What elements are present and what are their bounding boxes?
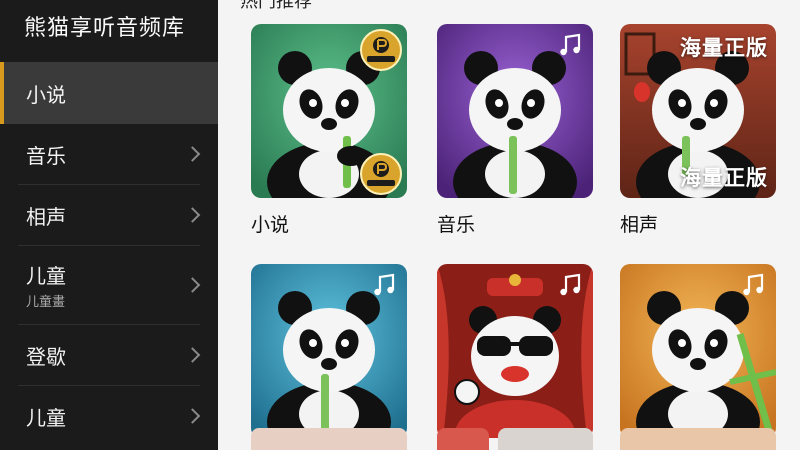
chevron-right-icon	[184, 146, 201, 162]
category-tile-7[interactable]	[251, 428, 407, 450]
category-tile-5[interactable]	[437, 264, 593, 438]
section-title: 热门推荐	[240, 0, 312, 12]
license-badge: 海量正版	[680, 166, 768, 190]
sidebar-item-label: 儿童	[26, 405, 66, 430]
sidebar-item-music[interactable]: 音乐	[0, 124, 218, 184]
sidebar-item-children[interactable]: 儿童 儿童畫	[0, 246, 218, 324]
category-tile-4[interactable]	[251, 264, 407, 438]
music-note-icon	[743, 273, 764, 296]
music-note-icon	[560, 33, 581, 56]
sidebar-item-novel[interactable]: 小说	[0, 62, 218, 124]
sidebar-item-label: 音乐	[26, 143, 66, 168]
category-tile-6[interactable]	[620, 264, 776, 438]
category-grid: 热门推荐 小说 音乐 海量正版 海量正版 相声	[218, 0, 800, 450]
category-tile-crosstalk[interactable]: 海量正版 海量正版	[620, 24, 776, 198]
chevron-right-icon	[184, 277, 201, 293]
gold-p-badge-icon	[360, 29, 402, 71]
sidebar: 熊猫享听音频库 小说 音乐 相声 儿童 儿童畫 登歇 儿童	[0, 0, 218, 450]
tile-caption: 音乐	[437, 214, 476, 236]
gold-p-badge-icon	[360, 153, 402, 195]
music-note-icon	[560, 273, 581, 296]
category-tile-8b[interactable]	[498, 428, 593, 450]
category-tile-8[interactable]	[437, 428, 489, 450]
category-tile-9[interactable]	[620, 428, 776, 450]
tile-caption: 相声	[620, 214, 659, 236]
category-tile-music[interactable]	[437, 24, 593, 198]
tile-caption: 小说	[251, 214, 290, 236]
sidebar-item-label: 小说	[26, 82, 66, 107]
category-tile-novel[interactable]	[251, 24, 407, 198]
license-badge: 海量正版	[680, 36, 768, 60]
chevron-right-icon	[184, 408, 201, 424]
sidebar-item-label: 登歇	[26, 344, 66, 369]
app-title: 熊猫享听音频库	[24, 16, 186, 41]
chevron-right-icon	[184, 347, 201, 363]
sidebar-item-label: 儿童	[26, 264, 66, 288]
sidebar-item-sublabel: 儿童畫	[26, 295, 66, 310]
music-note-icon	[374, 273, 395, 296]
sidebar-item-children-2[interactable]: 儿童	[0, 386, 218, 446]
sidebar-item-crosstalk[interactable]: 相声	[0, 185, 218, 245]
sidebar-item-label: 相声	[26, 204, 66, 229]
sidebar-item-dengxie[interactable]: 登歇	[0, 325, 218, 385]
chevron-right-icon	[184, 207, 201, 223]
